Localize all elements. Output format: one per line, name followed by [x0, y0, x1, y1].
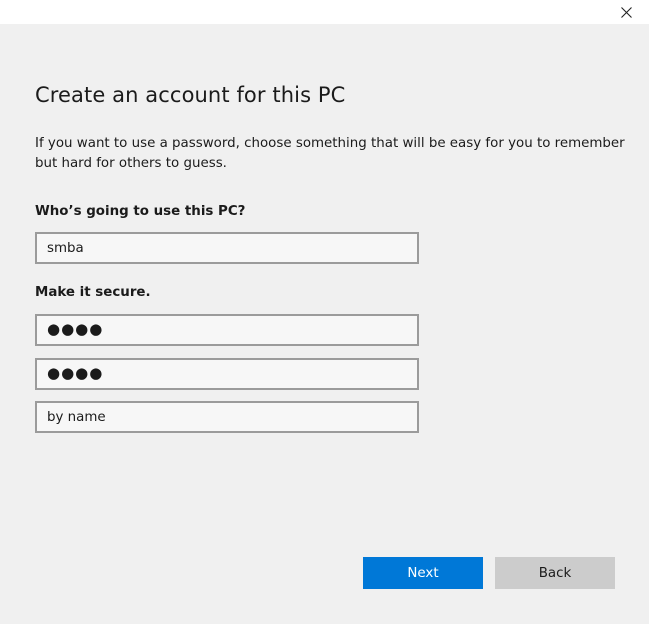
user-name-label: Who’s going to use this PC? — [35, 204, 246, 219]
user-name-input[interactable]: smba — [35, 232, 419, 264]
password-value: ●●●● — [47, 320, 104, 338]
intro-text: If you want to use a password, choose so… — [35, 136, 625, 171]
user-name-value: smba — [47, 240, 84, 256]
back-button[interactable]: Back — [495, 557, 615, 589]
confirm-password-value: ●●●● — [47, 364, 104, 382]
dialog-content: Create an account for this PC If you wan… — [0, 24, 649, 624]
page-title: Create an account for this PC — [35, 83, 346, 107]
password-hint-input[interactable]: by name — [35, 401, 419, 433]
password-hint-value: by name — [47, 409, 106, 425]
close-icon — [620, 6, 632, 18]
title-bar — [0, 0, 649, 24]
confirm-password-input[interactable]: ●●●● — [35, 358, 419, 390]
secure-label: Make it secure. — [35, 285, 151, 300]
close-button[interactable] — [603, 0, 649, 24]
next-button[interactable]: Next — [363, 557, 483, 589]
password-input[interactable]: ●●●● — [35, 314, 419, 346]
